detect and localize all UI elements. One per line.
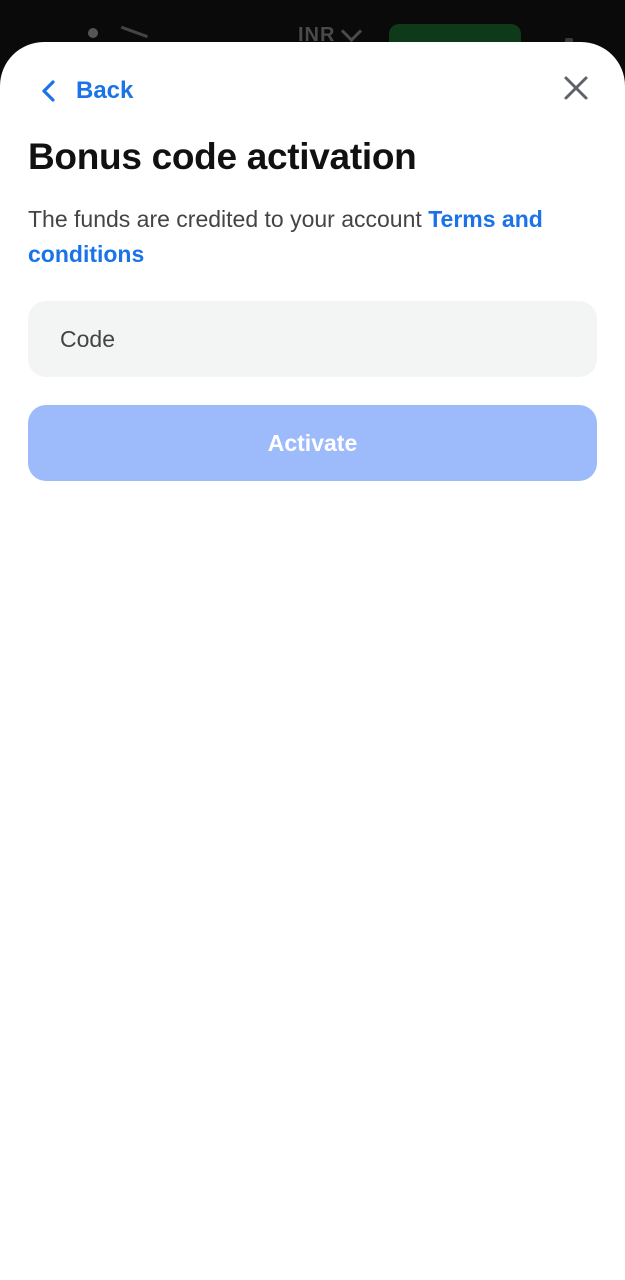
close-icon xyxy=(563,75,589,106)
bonus-code-sheet: Back Bonus code activation The funds are… xyxy=(0,42,625,1280)
background-dot xyxy=(88,28,98,38)
close-button[interactable] xyxy=(558,72,594,108)
page-title: Bonus code activation xyxy=(28,136,417,177)
back-button[interactable]: Back xyxy=(36,70,133,112)
back-button-label: Back xyxy=(76,77,134,104)
code-field[interactable] xyxy=(28,301,597,377)
chevron-left-icon xyxy=(36,78,62,104)
code-input[interactable] xyxy=(58,324,597,354)
background-chevron-down-icon xyxy=(340,20,363,43)
activate-button[interactable]: Activate xyxy=(28,405,597,481)
description-text: The funds are credited to your account T… xyxy=(28,202,588,272)
description-body: The funds are credited to your account xyxy=(28,206,422,232)
